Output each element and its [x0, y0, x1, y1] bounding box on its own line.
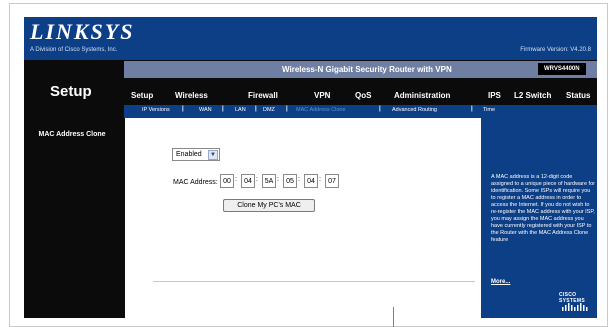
mac-octet-3-field[interactable]: 5A: [262, 174, 276, 188]
mac-octet-5-field[interactable]: 04: [304, 174, 318, 188]
mac-octet-4-field[interactable]: 05: [283, 174, 297, 188]
tab-ips[interactable]: IPS: [488, 91, 501, 100]
tab-qos[interactable]: QoS: [355, 91, 371, 100]
tab-wireless[interactable]: Wireless: [175, 91, 208, 100]
mac-octet-1-field[interactable]: 00: [220, 174, 234, 188]
subnav-mac-address-clone[interactable]: MAC Address Clone: [296, 107, 346, 113]
linksys-logo: LINKSYS: [30, 19, 135, 44]
mac-colon: :: [277, 176, 279, 183]
main-nav: Setup Wireless Firewall VPN QoS Administ…: [124, 87, 597, 105]
tab-setup[interactable]: Setup: [131, 91, 153, 100]
divider: [153, 281, 475, 282]
content-panel: Enabled ▼ MAC Address: 00 : 04 : 5A : 05…: [125, 118, 481, 318]
product-name: Wireless-N Gigabit Security Router with …: [282, 65, 452, 74]
help-text: A MAC address is a 12-digit code assigne…: [491, 174, 595, 243]
header-bar: LINKSYS A Division of Cisco Systems, Inc…: [24, 17, 597, 60]
subnav-lan[interactable]: LAN: [235, 107, 246, 113]
section-label: MAC Address Clone: [38, 131, 106, 138]
subnav-advanced-routing[interactable]: Advanced Routing: [392, 107, 437, 113]
save-settings-button[interactable]: Save Settings: [332, 312, 378, 319]
chevron-down-icon[interactable]: ▼: [208, 150, 218, 160]
firmware-version: Firmware Version: V4.20.8: [520, 47, 591, 53]
footer-divider: [393, 307, 394, 327]
subnav-time[interactable]: Time: [483, 107, 495, 113]
model-badge: WRVS4400N: [538, 63, 586, 75]
mac-octet-2-field[interactable]: 04: [241, 174, 255, 188]
logo-subtitle: A Division of Cisco Systems, Inc.: [30, 47, 118, 53]
mac-colon: :: [235, 176, 237, 183]
subnav-divider: |: [471, 106, 473, 112]
mac-colon: :: [319, 176, 321, 183]
subnav-wan[interactable]: WAN: [199, 107, 212, 113]
page-title: Setup: [50, 83, 92, 100]
help-panel: A MAC address is a 12-digit code assigne…: [481, 118, 597, 318]
subnav-dmz[interactable]: DMZ: [263, 107, 275, 113]
subnav-divider: |: [255, 106, 257, 112]
clone-mac-button[interactable]: Clone My PC's MAC: [223, 199, 315, 212]
mac-address-label: MAC Address:: [173, 179, 218, 186]
tab-vpn[interactable]: VPN: [314, 91, 330, 100]
subnav-divider: |: [222, 106, 224, 112]
mac-colon: :: [256, 176, 258, 183]
subnav-divider: |: [286, 106, 288, 112]
select-value: Enabled: [176, 151, 202, 158]
cisco-bridge-icon: [562, 303, 588, 311]
subnav-divider: |: [182, 106, 184, 112]
sub-nav: IP Versions | WAN | LAN | DMZ | MAC Addr…: [124, 105, 597, 118]
mac-octet-6-field[interactable]: 07: [325, 174, 339, 188]
mac-colon: :: [298, 176, 300, 183]
tab-l2-switch[interactable]: L2 Switch: [514, 91, 551, 100]
subnav-divider: |: [379, 106, 381, 112]
more-link[interactable]: More...: [491, 279, 510, 285]
tab-firewall[interactable]: Firewall: [248, 91, 278, 100]
subnav-ip-versions[interactable]: IP Versions: [142, 107, 170, 113]
mac-clone-mode-select[interactable]: Enabled ▼: [172, 148, 220, 161]
tab-administration[interactable]: Administration: [394, 91, 450, 100]
cancel-changes-button[interactable]: Cancel Changes: [408, 312, 462, 319]
tab-status[interactable]: Status: [566, 91, 590, 100]
